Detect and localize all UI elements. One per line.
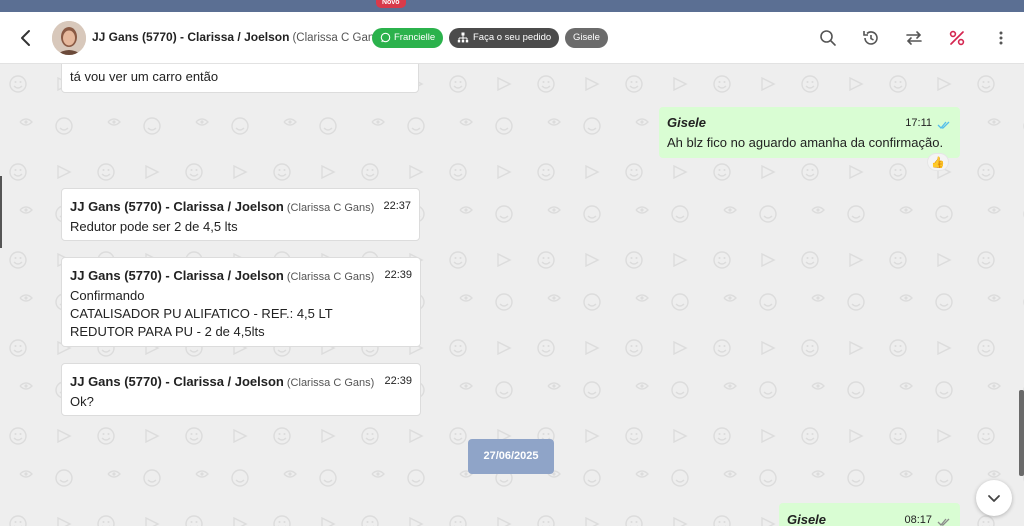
whatsapp-chip-label: Francielle — [394, 32, 436, 43]
incoming-message[interactable]: JJ Gans (5770) - Clarissa / Joelson (Clar… — [61, 257, 421, 347]
incoming-message[interactable]: JJ Gans (5770) - Clarissa / Joelson (Clar… — [61, 188, 420, 241]
outgoing-message[interactable]: Gisele 08:17 — [779, 503, 960, 526]
message-sender: JJ Gans (5770) - Clarissa / Joelson — [70, 199, 284, 214]
message-time: 22:39 — [384, 375, 412, 387]
chevron-down-icon — [988, 495, 1000, 502]
message-sender: JJ Gans (5770) - Clarissa / Joelson — [70, 374, 284, 389]
message-header: JJ Gans (5770) - Clarissa / Joelson (Clar… — [70, 199, 374, 214]
message-sender: Gisele — [787, 512, 827, 526]
message-text: Ok? — [70, 394, 94, 409]
incoming-message[interactable]: JJ Gans (5770) - Clarissa / Joelson (Clar… — [61, 363, 421, 416]
message-text: tá vou ver um carro então — [70, 69, 219, 84]
history-icon[interactable] — [861, 28, 881, 48]
thumbs-up-reaction[interactable]: 👍 — [927, 153, 949, 171]
left-edge-indicator — [0, 176, 2, 248]
search-icon[interactable] — [818, 28, 838, 48]
message-sender-sub: (Clarissa C Gans) — [286, 271, 375, 283]
org-chart-icon — [457, 32, 469, 43]
incoming-message[interactable]: tá vou ver um carro então — [61, 64, 419, 93]
chat-header: JJ Gans (5770) - Clarissa / Joelson (Clar… — [0, 12, 1024, 64]
message-sender-sub: (Clarissa C Gans) — [286, 377, 375, 389]
message-header: JJ Gans (5770) - Clarissa / Joelson (Clar… — [70, 268, 374, 283]
percent-icon[interactable] — [947, 28, 967, 48]
date-separator: 27/06/2025 — [468, 439, 554, 474]
outgoing-message[interactable]: Gisele 17:11 Ah blz fico no aguardo aman… — [659, 107, 960, 158]
avatar[interactable] — [52, 21, 86, 55]
transfer-icon[interactable] — [904, 28, 924, 48]
message-text: Redutor pode ser 2 de 4,5 lts — [70, 219, 238, 234]
more-vertical-icon[interactable] — [991, 28, 1011, 48]
message-time: 08:17 — [904, 514, 932, 526]
scrollbar-thumb[interactable] — [1019, 390, 1024, 476]
message-text: Confirmando CATALISADOR PU ALIFATICO - R… — [70, 287, 333, 341]
contact-name: JJ Gans (5770) - Clarissa / Joelson — [92, 30, 290, 44]
scroll-to-bottom-button[interactable] — [976, 480, 1012, 516]
message-time: 17:11 — [905, 117, 932, 129]
order-chip-label: Faça o seu pedido — [473, 32, 552, 43]
message-line: CATALISADOR PU ALIFATICO - REF.: 4,5 LT — [70, 306, 333, 321]
whatsapp-channel-chip[interactable]: Francielle — [372, 28, 444, 48]
message-header: JJ Gans (5770) - Clarissa / Joelson (Clar… — [70, 374, 374, 389]
novo-badge: Novo — [376, 0, 406, 8]
message-time: 22:37 — [383, 200, 411, 212]
contact-title[interactable]: JJ Gans (5770) - Clarissa / Joelson (Clar… — [92, 30, 384, 44]
contact-subtitle: (Clarissa C Gans) — [292, 32, 384, 44]
message-sender-sub: (Clarissa C Gans) — [286, 202, 375, 214]
back-arrow-icon[interactable] — [16, 28, 36, 48]
message-text: Ah blz fico no aguardo amanha da confirm… — [667, 135, 944, 150]
double-check-icon — [937, 118, 951, 129]
message-sender: Gisele — [667, 115, 707, 130]
message-time: 22:39 — [384, 269, 412, 281]
top-bar — [0, 0, 1024, 12]
agent-chip[interactable]: Gisele — [565, 28, 608, 48]
message-line: REDUTOR PARA PU - 2 de 4,5lts — [70, 324, 265, 339]
whatsapp-icon — [380, 32, 391, 43]
message-line: Confirmando — [70, 288, 145, 303]
double-check-icon — [937, 515, 951, 526]
order-chip[interactable]: Faça o seu pedido — [449, 28, 560, 48]
message-sender: JJ Gans (5770) - Clarissa / Joelson — [70, 268, 284, 283]
chat-area[interactable]: tá vou ver um carro então Gisele 17:11 A… — [0, 64, 1024, 526]
